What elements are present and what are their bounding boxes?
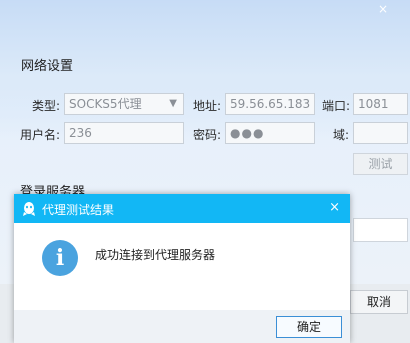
dialog-message: 成功连接到代理服务器 [95,248,216,262]
proxy-test-result-dialog: 代理测试结果 × i 成功连接到代理服务器 确定 [14,194,350,343]
server-field[interactable] [353,218,408,242]
dialog-title: 代理测试结果 [42,203,115,217]
proxy-type-value: SOCKS5代理 [69,97,142,111]
network-settings-heading: 网络设置 [21,59,74,74]
window-close-icon[interactable]: × [378,3,388,15]
chevron-down-icon: ▼ [169,98,177,109]
address-field[interactable]: 59.56.65.183 [225,93,315,115]
test-button[interactable]: 测试 [353,153,408,175]
ok-button[interactable]: 确定 [276,316,342,338]
penguin-icon [23,202,35,216]
domain-field[interactable] [353,122,408,144]
username-field[interactable]: 236 [64,122,184,144]
password-value: ●●● [230,126,265,140]
port-field[interactable]: 1081 [353,93,408,115]
address-label: 地址: [193,99,222,113]
dialog-title-bar[interactable]: 代理测试结果 × [14,194,350,223]
domain-label: 域: [333,128,350,142]
address-value: 59.56.65.183 [230,97,311,111]
password-field[interactable]: ●●● [225,122,315,144]
username-value: 236 [69,126,92,140]
port-value: 1081 [358,97,389,111]
username-label: 用户名: [20,128,61,142]
info-icon: i [42,240,78,276]
password-label: 密码: [193,128,222,142]
port-label: 端口: [322,99,351,113]
dialog-close-icon[interactable]: × [329,200,340,215]
proxy-type-select[interactable]: SOCKS5代理 ▼ [64,93,184,115]
type-label: 类型: [32,99,61,113]
cancel-button[interactable]: 取消 [350,290,408,314]
